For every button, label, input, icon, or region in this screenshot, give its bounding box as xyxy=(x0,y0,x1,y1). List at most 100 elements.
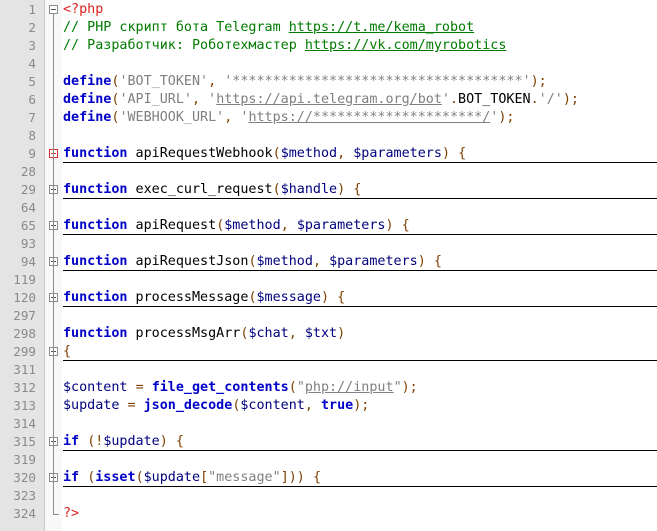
line-number: 311 xyxy=(13,362,36,377)
code-token: $parameters xyxy=(329,254,418,269)
code-line[interactable]: 3 // Разработчик: Роботехмастер https://v… xyxy=(0,37,657,55)
code-token: " xyxy=(296,380,305,395)
code-token: = xyxy=(135,380,144,395)
code-line[interactable]: 93 xyxy=(0,235,657,253)
code-token: ) xyxy=(385,218,394,233)
code-token: $handle xyxy=(280,182,338,197)
line-number: 323 xyxy=(13,488,36,503)
code-token: ); xyxy=(353,398,370,413)
line-number: 1 xyxy=(28,2,36,17)
code-token: function xyxy=(63,146,128,161)
code-text: // Разработчик: Роботехмастер https://vk… xyxy=(63,37,506,55)
code-line[interactable]: 6 define('API_URL', 'https://api.telegram… xyxy=(0,91,657,109)
code-token: ) xyxy=(159,434,168,449)
code-token: , xyxy=(208,74,225,89)
code-token: , xyxy=(312,254,330,269)
code-line[interactable]: 29 function exec_curl_request($handle) { xyxy=(0,181,657,199)
code-token: ?> xyxy=(63,506,80,521)
code-token: file_get_contents xyxy=(151,380,289,395)
code-token: json_decode xyxy=(143,398,233,413)
code-token: '************************************' xyxy=(224,74,531,89)
line-number: 7 xyxy=(28,110,36,125)
code-token: https://vk.com/myrobotics xyxy=(304,38,507,53)
code-token: ); xyxy=(498,110,515,125)
code-text: if (!$update) { xyxy=(63,433,184,451)
code-line[interactable]: 94 function apiRequestJson($method, $para… xyxy=(0,253,657,271)
code-token: '/' xyxy=(538,92,563,107)
line-number: 314 xyxy=(13,416,36,431)
code-line[interactable]: 120 function processMessage($message) { xyxy=(0,289,657,307)
code-token: ) xyxy=(321,290,330,305)
code-token: https://api.telegram.org/bot xyxy=(216,92,442,107)
code-token: processMessage xyxy=(127,290,249,305)
code-token: apiRequest xyxy=(127,218,217,233)
code-editor[interactable]: 1 <?php 2 // PHP скрипт бота Telegram https… xyxy=(0,0,657,531)
code-token: function xyxy=(63,182,128,197)
code-token: , xyxy=(337,146,354,161)
line-number: 299 xyxy=(13,344,36,359)
code-line[interactable]: 2 // PHP скрипт бота Telegram https://t.m… xyxy=(0,19,657,37)
line-number: 319 xyxy=(13,452,36,467)
line-number: 94 xyxy=(20,254,36,269)
code-line[interactable]: 4 xyxy=(0,55,657,73)
line-number: 8 xyxy=(28,128,36,143)
line-number: 297 xyxy=(13,308,36,323)
code-token: function xyxy=(63,254,128,269)
code-token: , xyxy=(304,398,321,413)
code-token: define xyxy=(63,110,112,125)
code-token: (! xyxy=(87,434,104,449)
code-line[interactable]: 298 function processMsgArr($chat, $txt) xyxy=(0,325,657,343)
code-token: [ xyxy=(200,470,209,485)
code-token: $update xyxy=(103,434,160,449)
code-line[interactable]: 311 xyxy=(0,361,657,379)
code-token: $chat xyxy=(248,326,289,341)
code-line[interactable]: 65 function apiRequest($method, $paramete… xyxy=(0,217,657,235)
code-line[interactable]: 8 xyxy=(0,127,657,145)
code-token: , xyxy=(192,92,209,107)
code-token: " xyxy=(393,380,402,395)
line-number: 6 xyxy=(28,92,36,107)
code-line[interactable]: 323 xyxy=(0,487,657,505)
code-token: function xyxy=(63,290,128,305)
code-line[interactable]: 7 define('WEBHOOK_URL', 'https://********… xyxy=(0,109,657,127)
code-line[interactable]: 299 { xyxy=(0,343,657,361)
code-text: function apiRequest($method, $parameters… xyxy=(63,217,410,235)
code-token: define xyxy=(63,92,112,107)
code-line[interactable]: 320 if (isset($update["message"])) { xyxy=(0,469,657,487)
code-line[interactable]: 314 xyxy=(0,415,657,433)
code-line[interactable]: 64 xyxy=(0,199,657,217)
code-line[interactable]: 119 xyxy=(0,271,657,289)
code-text: ?> xyxy=(63,505,79,523)
code-token: function xyxy=(63,326,128,341)
code-text: function apiRequestJson($method, $parame… xyxy=(63,253,442,271)
line-number: 312 xyxy=(13,380,36,395)
fold-end-tick xyxy=(53,514,59,515)
code-token: $method xyxy=(280,146,338,161)
code-token: $update xyxy=(63,398,120,413)
line-number: 324 xyxy=(13,506,36,521)
code-token: https://t.me/kema_robot xyxy=(288,20,475,35)
code-line[interactable]: 324 ?> xyxy=(0,505,657,523)
code-line[interactable]: 297 xyxy=(0,307,657,325)
code-line[interactable]: 9 function apiRequestWebhook($method, $pa… xyxy=(0,145,657,163)
code-text: // PHP скрипт бота Telegram https://t.me… xyxy=(63,19,474,37)
code-line[interactable]: 312 $content = file_get_contents("php://i… xyxy=(0,379,657,397)
code-line[interactable]: 319 xyxy=(0,451,657,469)
fold-collapse-icon[interactable] xyxy=(49,5,58,14)
code-line[interactable]: 5 define('BOT_TOKEN', '******************… xyxy=(0,73,657,91)
code-line[interactable]: 28 xyxy=(0,163,657,181)
code-token: { xyxy=(433,254,442,269)
code-text: define('API_URL', 'https://api.telegram.… xyxy=(63,91,579,109)
code-token: isset xyxy=(95,470,136,485)
code-token: // Разработчик: Роботехмастер xyxy=(63,38,305,53)
code-token: ( xyxy=(248,254,257,269)
code-line[interactable]: 1 <?php xyxy=(0,1,657,19)
code-line[interactable]: 313 $update = json_decode($content, true)… xyxy=(0,397,657,415)
code-line[interactable]: 315 if (!$update) { xyxy=(0,433,657,451)
